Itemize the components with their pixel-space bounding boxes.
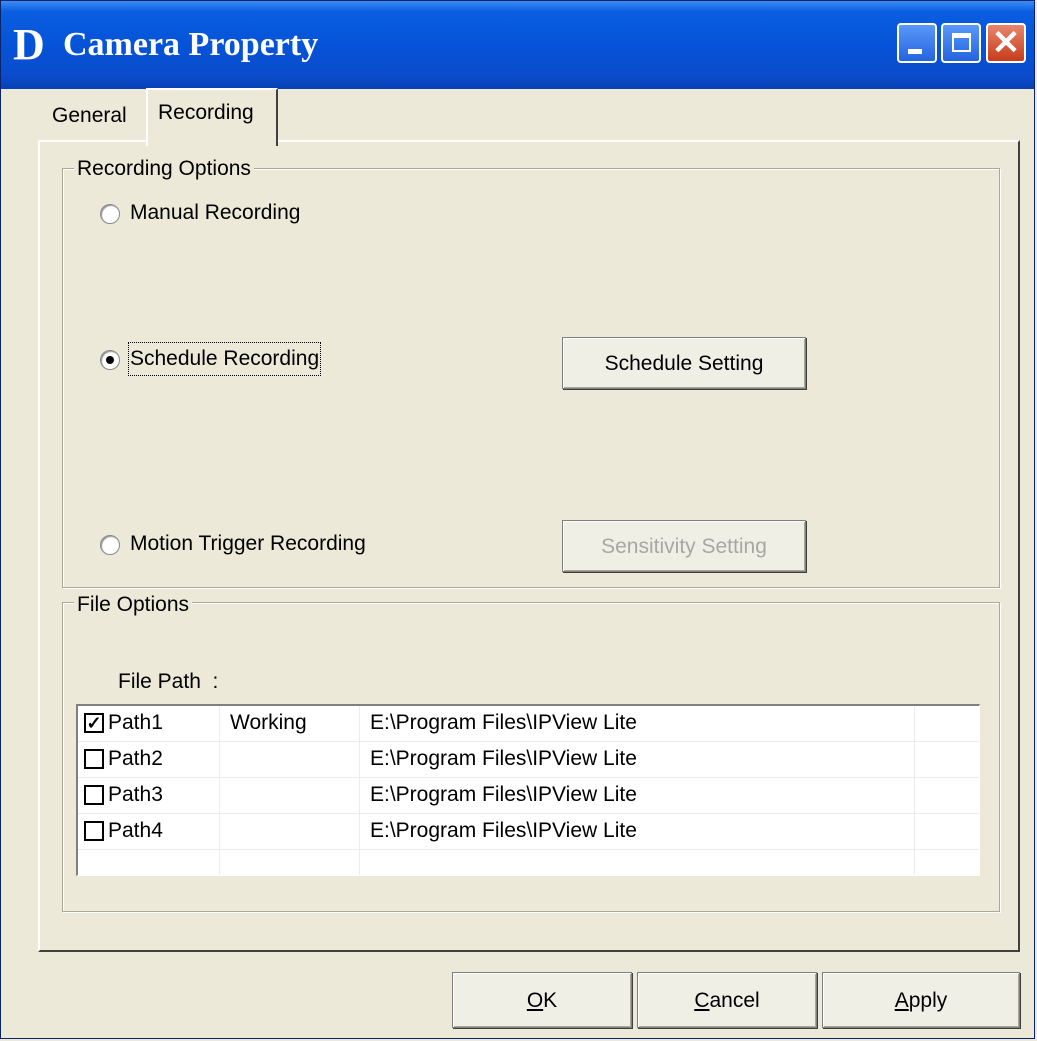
apply-label: pply — [908, 989, 948, 1012]
tab-recording[interactable]: Recording — [146, 88, 278, 146]
manual-recording-radio[interactable] — [100, 204, 120, 224]
path2-checkbox[interactable] — [84, 749, 104, 769]
motion-trigger-recording-label: Motion Trigger Recording — [130, 532, 366, 555]
ok-button[interactable]: OK — [452, 972, 632, 1028]
close-icon: ✕ — [991, 24, 1021, 62]
motion-trigger-recording-radio[interactable] — [100, 535, 120, 555]
schedule-recording-radio[interactable] — [100, 350, 120, 370]
path-name: Path3 — [108, 783, 163, 806]
list-item[interactable]: ✓ Path1 Working E:\Program Files\IPView … — [78, 706, 979, 742]
apply-button[interactable]: Apply — [822, 972, 1020, 1028]
schedule-setting-button[interactable]: Schedule Setting — [562, 337, 806, 389]
path-directory: E:\Program Files\IPView Lite — [370, 747, 637, 770]
path1-checkbox[interactable]: ✓ — [84, 713, 104, 733]
list-item[interactable]: Path3 E:\Program Files\IPView Lite — [78, 778, 979, 814]
manual-recording-label: Manual Recording — [130, 201, 301, 224]
file-path-list[interactable]: ✓ Path1 Working E:\Program Files\IPView … — [76, 704, 980, 876]
path4-checkbox[interactable] — [84, 821, 104, 841]
title-bar[interactable]: D Camera Property ✕ — [1, 1, 1034, 89]
tab-general[interactable]: General — [52, 102, 127, 130]
file-options-legend: File Options — [74, 592, 193, 618]
path-status: Working — [230, 711, 307, 734]
window-title: Camera Property — [63, 26, 319, 63]
file-path-label: File Path : — [118, 670, 219, 693]
recording-options-legend: Recording Options — [74, 156, 254, 182]
cancel-button[interactable]: Cancel — [637, 972, 817, 1028]
path-directory: E:\Program Files\IPView Lite — [370, 711, 637, 734]
list-item[interactable]: Path2 E:\Program Files\IPView Lite — [78, 742, 979, 778]
path-directory: E:\Program Files\IPView Lite — [370, 783, 637, 806]
cancel-mnemonic: C — [694, 989, 710, 1012]
recording-options-group — [62, 168, 1000, 588]
ok-mnemonic: O — [526, 989, 544, 1012]
path-name: Path4 — [108, 819, 163, 842]
maximize-button[interactable] — [941, 23, 981, 63]
sensitivity-setting-button: Sensitivity Setting — [562, 520, 806, 572]
apply-mnemonic: A — [894, 989, 909, 1012]
path-name: Path1 — [108, 711, 163, 734]
check-icon: ✓ — [86, 713, 102, 733]
minimize-button[interactable] — [897, 23, 937, 63]
list-item[interactable]: Path4 E:\Program Files\IPView Lite — [78, 814, 979, 850]
path-name: Path2 — [108, 747, 163, 770]
app-logo-icon: D — [13, 20, 45, 69]
ok-label: K — [543, 989, 558, 1012]
cancel-label: ancel — [709, 989, 760, 1012]
path-directory: E:\Program Files\IPView Lite — [370, 819, 637, 842]
schedule-recording-label: Schedule Recording — [127, 342, 322, 376]
path3-checkbox[interactable] — [84, 785, 104, 805]
minimize-icon — [908, 49, 922, 54]
close-button[interactable]: ✕ — [986, 23, 1026, 63]
maximize-icon — [952, 33, 971, 52]
